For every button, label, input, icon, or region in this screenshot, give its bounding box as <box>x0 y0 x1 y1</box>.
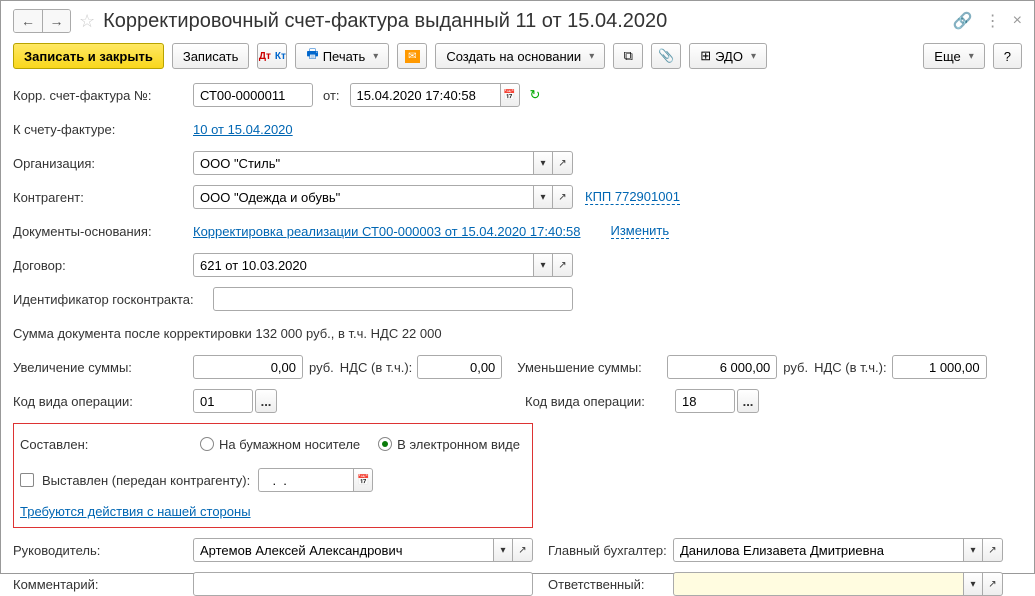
contract-open-icon[interactable]: ↗ <box>553 253 573 277</box>
increase-label: Увеличение суммы: <box>13 360 193 375</box>
related-button[interactable]: ⧉ <box>613 43 643 69</box>
org-dropdown-icon[interactable]: ▾ <box>533 151 553 175</box>
issued-calendar-icon[interactable]: 📅 <box>353 468 373 492</box>
op-code-input-1[interactable] <box>193 389 253 413</box>
counterparty-dropdown-icon[interactable]: ▾ <box>533 185 553 209</box>
issued-checkbox[interactable] <box>20 473 34 487</box>
contract-input[interactable] <box>193 253 533 277</box>
increase-vat-input[interactable] <box>417 355 502 379</box>
op-code-label-2: Код вида операции: <box>525 394 675 409</box>
print-button[interactable]: 🖶 Печать <box>295 43 389 69</box>
help-button[interactable]: ? <box>993 43 1022 69</box>
rub-label-2: руб. <box>783 360 808 375</box>
refresh-icon[interactable]: ↻ <box>530 87 541 103</box>
sum-after-label: Сумма документа после корректировки 132 … <box>13 326 442 341</box>
increase-sum-input[interactable] <box>193 355 303 379</box>
chief-acc-open-icon[interactable]: ↗ <box>983 538 1003 562</box>
op-code-choose-2[interactable]: ... <box>737 389 759 413</box>
gov-id-label: Идентификатор госконтракта: <box>13 292 213 307</box>
basis-docs-label: Документы-основания: <box>13 224 193 239</box>
org-input[interactable] <box>193 151 533 175</box>
decrease-vat-input[interactable] <box>892 355 987 379</box>
edo-button[interactable]: ⊞ ЭДО <box>689 43 767 69</box>
star-icon[interactable]: ☆ <box>79 11 95 32</box>
back-button[interactable]: ← <box>14 10 42 32</box>
issued-date-input[interactable] <box>258 468 353 492</box>
issued-label: Выставлен (передан контрагенту): <box>42 473 250 488</box>
comment-label: Комментарий: <box>13 577 193 592</box>
decrease-label: Уменьшение суммы: <box>517 360 667 375</box>
vat-label-1: НДС (в т.ч.): <box>340 360 413 375</box>
manager-input[interactable] <box>193 538 493 562</box>
chief-acc-input[interactable] <box>673 538 963 562</box>
rub-label-1: руб. <box>309 360 334 375</box>
manager-open-icon[interactable]: ↗ <box>513 538 533 562</box>
close-icon[interactable]: × <box>1013 12 1022 30</box>
chief-acc-dropdown-icon[interactable]: ▾ <box>963 538 983 562</box>
contract-label: Договор: <box>13 258 193 273</box>
radio-paper[interactable]: На бумажном носителе <box>200 437 360 452</box>
dtkt-button[interactable]: ДтКт <box>257 43 287 69</box>
responsible-label: Ответственный: <box>548 577 673 592</box>
calendar-icon[interactable]: 📅 <box>500 83 520 107</box>
contract-dropdown-icon[interactable]: ▾ <box>533 253 553 277</box>
create-based-button[interactable]: Создать на основании <box>435 43 605 69</box>
action-required-link[interactable]: Требуются действия с нашей стороны <box>20 504 251 519</box>
composed-label: Составлен: <box>20 437 200 452</box>
gov-id-input[interactable] <box>213 287 573 311</box>
basis-link[interactable]: Корректировка реализации СТ00-000003 от … <box>193 224 581 239</box>
save-close-button[interactable]: Записать и закрыть <box>13 43 164 69</box>
manager-dropdown-icon[interactable]: ▾ <box>493 538 513 562</box>
decrease-sum-input[interactable] <box>667 355 777 379</box>
responsible-open-icon[interactable]: ↗ <box>983 572 1003 596</box>
link-icon[interactable]: 🔗 <box>953 11 973 31</box>
manager-label: Руководитель: <box>13 543 193 558</box>
comment-input[interactable] <box>193 572 533 596</box>
to-invoice-label: К счету-фактуре: <box>13 122 193 137</box>
counterparty-label: Контрагент: <box>13 190 193 205</box>
save-button[interactable]: Записать <box>172 43 250 69</box>
change-link[interactable]: Изменить <box>611 223 670 239</box>
op-code-label-1: Код вида операции: <box>13 394 193 409</box>
counterparty-open-icon[interactable]: ↗ <box>553 185 573 209</box>
email-button[interactable]: ✉ <box>397 43 427 69</box>
number-input[interactable] <box>193 83 313 107</box>
attach-button[interactable]: 📎 <box>651 43 681 69</box>
more-button[interactable]: Еще <box>923 43 984 69</box>
from-label: от: <box>323 88 340 103</box>
org-label: Организация: <box>13 156 193 171</box>
responsible-dropdown-icon[interactable]: ▾ <box>963 572 983 596</box>
forward-button[interactable]: → <box>42 10 70 32</box>
responsible-input[interactable] <box>673 572 963 596</box>
radio-electronic[interactable]: В электронном виде <box>378 437 520 452</box>
composition-group: Составлен: На бумажном носителе В электр… <box>13 423 533 528</box>
chief-acc-label: Главный бухгалтер: <box>548 543 673 558</box>
page-title: Корректировочный счет-фактура выданный 1… <box>103 10 945 33</box>
kpp-link[interactable]: КПП 772901001 <box>585 189 680 205</box>
org-open-icon[interactable]: ↗ <box>553 151 573 175</box>
vat-label-2: НДС (в т.ч.): <box>814 360 887 375</box>
op-code-input-2[interactable] <box>675 389 735 413</box>
op-code-choose-1[interactable]: ... <box>255 389 277 413</box>
counterparty-input[interactable] <box>193 185 533 209</box>
to-invoice-link[interactable]: 10 от 15.04.2020 <box>193 122 293 137</box>
more-menu-icon[interactable]: ⋮ <box>985 11 1001 31</box>
date-input[interactable] <box>350 83 500 107</box>
corr-number-label: Корр. счет-фактура №: <box>13 88 193 103</box>
